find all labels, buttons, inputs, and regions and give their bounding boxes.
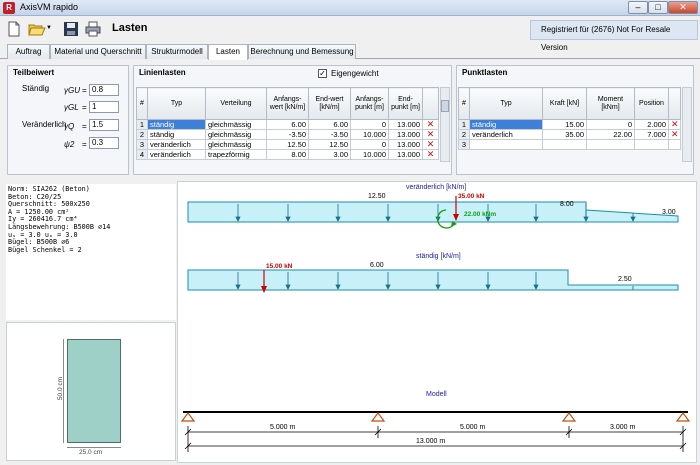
save-icon[interactable]	[62, 20, 80, 38]
table-row[interactable]: 1 ständig gleichmässig 6.00 6.00 0 13.00…	[136, 119, 439, 130]
col-header-endwert: End-wert [kN/m]	[308, 87, 351, 120]
open-dropdown-arrow-icon[interactable]: ▼	[46, 25, 52, 31]
load-diagram: veränderlich [kN/m] 12.50 8.00 3.00 35.0…	[177, 181, 697, 463]
psi2-label: ψ2	[64, 140, 75, 149]
table-row[interactable]: 3 veränderlich gleichmässig 12.50 12.50 …	[136, 139, 439, 150]
col-header-anfangspunkt: Anfangs-punkt [m]	[350, 87, 389, 120]
span-dimension: 5.000 m	[460, 424, 486, 431]
permanent-load-value: 2.50	[618, 276, 632, 283]
delete-row-icon[interactable]: ✕	[668, 129, 681, 140]
linienlasten-title: Linienlasten	[139, 68, 186, 77]
maximize-button[interactable]: □	[648, 1, 668, 14]
punktlasten-table: # Typ Kraft [kN] Moment [kNm] Position 1…	[458, 87, 681, 150]
table-row[interactable]: 2 ständig gleichmässig -3.50 -3.50 10.00…	[136, 129, 439, 140]
col-header-endpunkt: End-punkt [m]	[388, 87, 423, 120]
registration-info: Registriert für (2676) Not For Resale Ve…	[530, 20, 698, 52]
tab-strukturmodell[interactable]: Strukturmodell	[146, 44, 208, 59]
table-row[interactable]: 1 ständig 15.00 0 2.000 ✕	[458, 119, 681, 130]
span-dimension: 3.000 m	[610, 424, 636, 431]
col-header-index: #	[136, 87, 148, 120]
span-dimension: 5.000 m	[270, 424, 296, 431]
variable-load-diagram	[187, 196, 679, 229]
linienlasten-scrollbar[interactable]	[440, 87, 450, 162]
delete-row-icon[interactable]: ✕	[422, 129, 439, 140]
minimize-button[interactable]: –	[628, 1, 648, 14]
tab-berechnung[interactable]: Berechnung und Bemessung	[248, 44, 356, 59]
teilbeiwert-title: Teilbeiwert	[13, 68, 55, 77]
variable-load-title: veränderlich [kN/m]	[406, 184, 467, 191]
section-width-label: 25.0 cm	[79, 449, 103, 456]
punktlasten-scrollbar[interactable]	[682, 87, 692, 162]
cell-typ[interactable]: ständig	[147, 119, 206, 130]
close-button[interactable]: ✕	[668, 1, 698, 14]
staendig-label: Ständig	[22, 84, 50, 93]
delete-row-icon[interactable]: ✕	[668, 119, 681, 130]
title-bar	[0, 0, 700, 16]
variable-load-value: 8.00	[560, 201, 574, 208]
punktlasten-title: Punktlasten	[462, 68, 508, 77]
veraenderlich-label: Veränderlich	[22, 120, 67, 129]
delete-row-icon[interactable]: ✕	[422, 149, 439, 160]
permanent-load-title: ständig [kN/m]	[416, 253, 461, 260]
permanent-load-diagram	[187, 269, 679, 293]
total-length-dimension: 13.000 m	[416, 438, 446, 445]
gq-label: γQ	[64, 122, 75, 131]
model-title: Modell	[426, 391, 447, 398]
tab-material[interactable]: Material und Querschnitt	[50, 44, 146, 59]
table-row[interactable]: 3	[458, 139, 681, 150]
col-header-verteilung: Verteilung	[205, 87, 267, 120]
delete-row-icon[interactable]: ✕	[422, 119, 439, 130]
variable-load-value: 3.00	[662, 209, 676, 216]
page-title: Lasten	[112, 22, 148, 34]
linienlasten-table: # Typ Verteilung Anfangs-wert [kN/m] End…	[136, 87, 439, 160]
section-info: Norm: SIA262 (Beton) Beton: C20/25 Quers…	[6, 184, 176, 320]
open-folder-icon[interactable]	[28, 20, 46, 38]
variable-load-value: 12.50	[368, 193, 386, 200]
permanent-load-value: 6.00	[370, 262, 384, 269]
delete-row-icon[interactable]: ✕	[422, 139, 439, 150]
eigengewicht-label: Eigengewicht	[331, 69, 379, 78]
app-logo-icon: R	[3, 2, 15, 14]
psi2-input[interactable]: 0.3	[89, 137, 119, 149]
table-row[interactable]: 2 veränderlich 35.00 22.00 7.000 ✕	[458, 129, 681, 140]
eigengewicht-checkbox[interactable]: ✓	[318, 69, 327, 78]
ggl-label: γGL	[64, 103, 79, 112]
ggl-input[interactable]: 1	[89, 101, 119, 113]
tab-auftrag[interactable]: Auftrag	[7, 44, 50, 59]
new-file-icon[interactable]	[5, 20, 23, 38]
info-line: Bügel Schenkel = 2	[8, 245, 82, 254]
table-row[interactable]: 4 veränderlich trapezförmig 8.00 3.00 10…	[136, 149, 439, 160]
col-header-anfangswert: Anfangs-wert [kN/m]	[266, 87, 309, 120]
col-header-typ: Typ	[147, 87, 206, 120]
cross-section-view: 50.0 cm 25.0 cm	[6, 322, 176, 461]
moment-label: 22.00 kNm	[464, 211, 497, 218]
ggu-label: γGU	[64, 86, 80, 95]
gq-input[interactable]: 1.5	[89, 119, 119, 131]
tab-lasten[interactable]: Lasten	[208, 44, 248, 60]
cross-section-rect	[67, 339, 121, 443]
print-icon[interactable]	[84, 20, 102, 38]
point-force-label: 35.00 kN	[458, 193, 485, 200]
col-header-delete	[422, 87, 439, 120]
ggu-input[interactable]: 0.8	[89, 84, 119, 96]
window-title: AxisVM rapido	[20, 2, 79, 12]
structural-model	[180, 411, 691, 452]
scrollbar-thumb[interactable]	[441, 100, 449, 112]
diagram-canvas	[180, 196, 691, 452]
cell-verteilung[interactable]: gleichmässig	[205, 119, 267, 130]
point-force-label: 15.00 kN	[266, 263, 293, 270]
